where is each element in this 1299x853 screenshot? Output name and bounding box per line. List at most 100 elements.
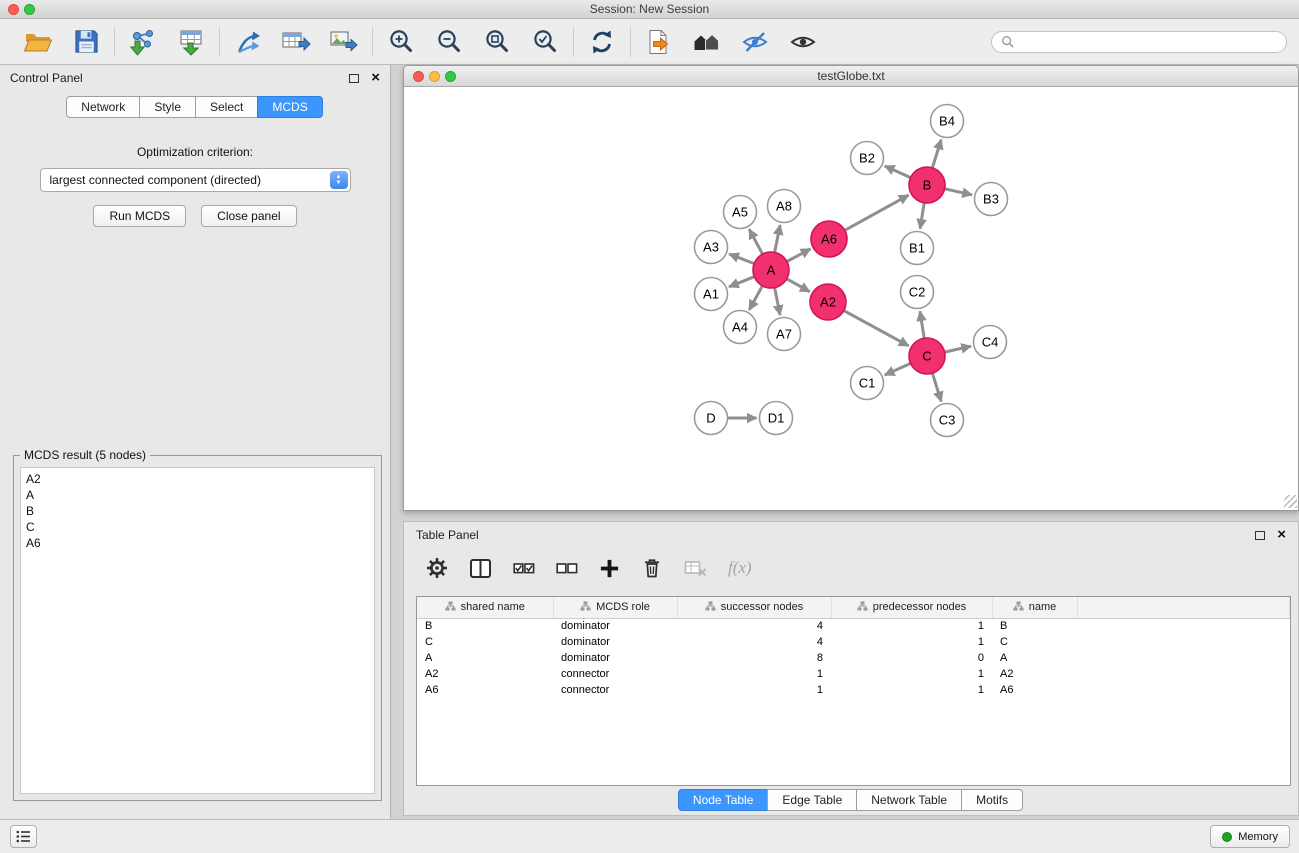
network-edge-B-B2[interactable] [885, 166, 911, 178]
close-window-icon[interactable] [413, 71, 424, 82]
tab-network[interactable]: Network [66, 96, 140, 118]
hide-graphics-details-button[interactable] [738, 25, 772, 59]
search-box[interactable] [991, 31, 1287, 53]
network-edge-C-C2[interactable] [920, 311, 924, 338]
column-header-shared-name[interactable]: shared name [417, 597, 553, 618]
memory-button[interactable]: Memory [1210, 825, 1290, 848]
mcds-result-item[interactable]: C [26, 519, 369, 535]
deselect-all-rows-icon[interactable] [556, 557, 578, 579]
cell-shared-name[interactable]: B [417, 618, 553, 634]
add-column-icon[interactable] [599, 558, 620, 579]
tab-node-table[interactable]: Node Table [678, 789, 769, 811]
cell-predecessor-nodes[interactable]: 1 [831, 634, 992, 650]
mcds-result-item[interactable]: A [26, 487, 369, 503]
network-edge-A-A4[interactable] [749, 286, 762, 310]
cell-name[interactable]: A2 [992, 666, 1077, 682]
cell-name[interactable]: C [992, 634, 1077, 650]
column-header-name[interactable]: name [992, 597, 1077, 618]
tab-select[interactable]: Select [195, 96, 258, 118]
network-graph[interactable]: B4B2BB3A5A8A6B1A3AC2A1A2A4A7C4CC1C3DD1 [404, 87, 1298, 509]
cell-name[interactable]: A [992, 650, 1077, 666]
network-edge-A-A3[interactable] [729, 254, 754, 264]
table-row[interactable]: A6connector11A6 [417, 682, 1290, 698]
open-session-button[interactable] [21, 25, 55, 59]
import-table-file-button[interactable] [174, 25, 208, 59]
table-settings-gear-icon[interactable] [426, 557, 448, 579]
zoom-selected-button[interactable] [528, 25, 562, 59]
tab-motifs[interactable]: Motifs [961, 789, 1023, 811]
network-edge-B-B3[interactable] [945, 189, 972, 195]
cell-MCDS-role[interactable]: connector [553, 666, 677, 682]
show-columns-icon[interactable] [469, 558, 492, 579]
cell-predecessor-nodes[interactable]: 1 [831, 666, 992, 682]
close-panel-icon[interactable]: × [371, 71, 380, 85]
open-recent-file-button[interactable] [642, 25, 676, 59]
column-header-MCDS-role[interactable]: MCDS role [553, 597, 677, 618]
cell-predecessor-nodes[interactable]: 0 [831, 650, 992, 666]
cell-MCDS-role[interactable]: connector [553, 682, 677, 698]
node-table[interactable]: shared nameMCDS rolesuccessor nodesprede… [416, 596, 1291, 786]
network-edge-B-B4[interactable] [932, 140, 941, 168]
network-window-titlebar[interactable]: testGlobe.txt [404, 66, 1298, 87]
zoom-window-icon[interactable] [445, 71, 456, 82]
mcds-result-item[interactable]: B [26, 503, 369, 519]
column-header-predecessor-nodes[interactable]: predecessor nodes [831, 597, 992, 618]
select-all-rows-icon[interactable] [513, 557, 535, 579]
tab-mcds[interactable]: MCDS [257, 96, 322, 118]
zoom-window-icon[interactable] [24, 4, 35, 15]
cell-MCDS-role[interactable]: dominator [553, 618, 677, 634]
delete-columns-icon[interactable] [641, 557, 663, 579]
zoom-in-button[interactable] [384, 25, 418, 59]
export-network-button[interactable] [231, 25, 265, 59]
float-panel-icon[interactable] [349, 74, 359, 83]
network-edge-A-A7[interactable] [775, 288, 781, 315]
network-edge-A2-C[interactable] [844, 311, 909, 346]
import-network-file-button[interactable] [126, 25, 160, 59]
mcds-result-item[interactable]: A6 [26, 535, 369, 551]
save-session-button[interactable] [69, 25, 103, 59]
zoom-out-button[interactable] [432, 25, 466, 59]
task-history-button[interactable] [10, 825, 37, 848]
network-edge-C-C1[interactable] [885, 363, 911, 375]
run-mcds-button[interactable]: Run MCDS [93, 205, 186, 227]
cell-successor-nodes[interactable]: 4 [677, 618, 831, 634]
cell-successor-nodes[interactable]: 8 [677, 650, 831, 666]
cell-shared-name[interactable]: A2 [417, 666, 553, 682]
cell-successor-nodes[interactable]: 4 [677, 634, 831, 650]
cell-MCDS-role[interactable]: dominator [553, 634, 677, 650]
cell-shared-name[interactable]: C [417, 634, 553, 650]
home-network-button[interactable] [690, 25, 724, 59]
cell-MCDS-role[interactable]: dominator [553, 650, 677, 666]
cell-successor-nodes[interactable]: 1 [677, 682, 831, 698]
delete-table-icon[interactable] [684, 559, 707, 578]
network-canvas[interactable]: B4B2BB3A5A8A6B1A3AC2A1A2A4A7C4CC1C3DD1 [404, 87, 1298, 509]
export-table-button[interactable] [279, 25, 313, 59]
network-edge-C-C3[interactable] [932, 373, 941, 401]
tab-network-table[interactable]: Network Table [856, 789, 962, 811]
zoom-fit-button[interactable] [480, 25, 514, 59]
cell-shared-name[interactable]: A6 [417, 682, 553, 698]
export-image-button[interactable] [327, 25, 361, 59]
tab-edge-table[interactable]: Edge Table [767, 789, 857, 811]
mcds-result-list[interactable]: A2ABCA6 [20, 467, 375, 794]
function-builder-icon[interactable]: f(x) [728, 558, 752, 578]
network-edge-A-A1[interactable] [729, 277, 754, 287]
apply-layout-button[interactable] [585, 25, 619, 59]
search-input[interactable] [1019, 35, 1277, 49]
network-edge-B-B1[interactable] [920, 203, 924, 229]
cell-shared-name[interactable]: A [417, 650, 553, 666]
network-edge-C-C4[interactable] [945, 346, 971, 352]
close-window-icon[interactable] [8, 4, 19, 15]
table-row[interactable]: A2connector11A2 [417, 666, 1290, 682]
close-panel-icon[interactable]: × [1277, 528, 1286, 542]
cell-name[interactable]: A6 [992, 682, 1077, 698]
table-row[interactable]: Adominator80A [417, 650, 1290, 666]
close-panel-button[interactable]: Close panel [201, 205, 296, 227]
cell-predecessor-nodes[interactable]: 1 [831, 682, 992, 698]
network-edge-A-A5[interactable] [749, 229, 762, 254]
table-row[interactable]: Bdominator41B [417, 618, 1290, 634]
column-header-successor-nodes[interactable]: successor nodes [677, 597, 831, 618]
network-edge-A-A6[interactable] [787, 249, 811, 262]
network-edge-A-A2[interactable] [787, 279, 810, 292]
minimize-window-icon[interactable] [429, 71, 440, 82]
